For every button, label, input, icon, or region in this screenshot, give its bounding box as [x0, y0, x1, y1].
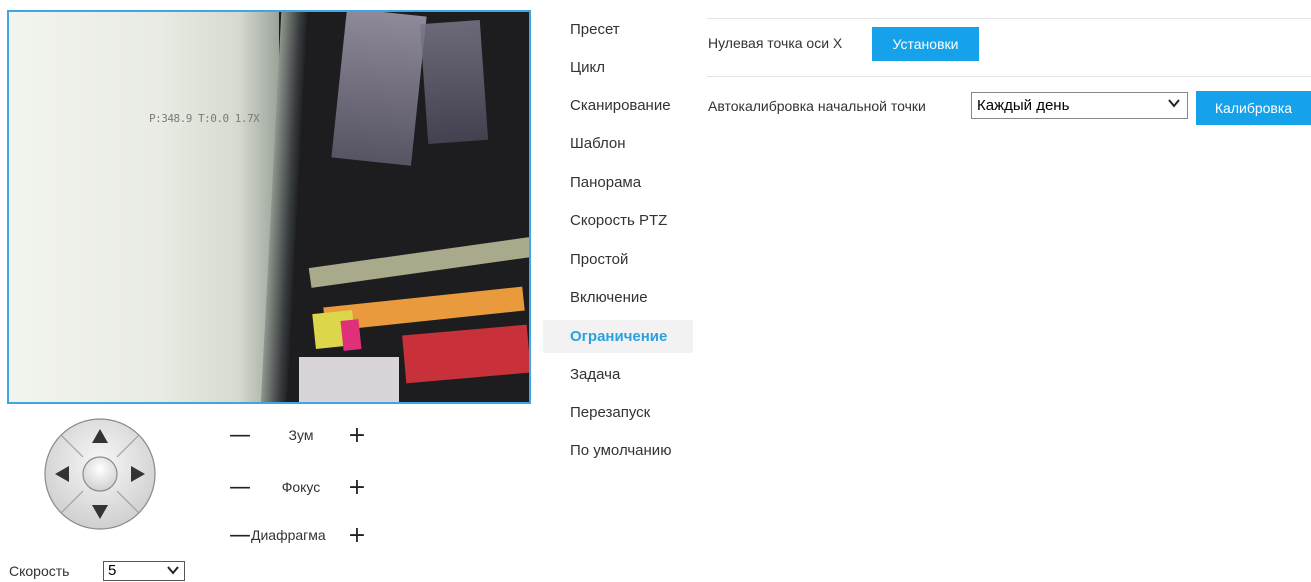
menu-item-limit[interactable]: Ограничение [543, 320, 693, 353]
zoom-plus-button[interactable]: + [345, 425, 369, 449]
focus-minus-button[interactable]: — [228, 477, 252, 501]
zoom-minus-button[interactable]: — [228, 425, 252, 449]
iris-plus-button[interactable]: + [345, 525, 369, 549]
focus-control: — Фокус + [228, 477, 373, 501]
iris-label: Диафрагма [251, 527, 326, 543]
video-scene-book [299, 357, 399, 402]
menu-item-ptz-speed[interactable]: Скорость PTZ [543, 204, 693, 237]
focus-label: Фокус [281, 479, 321, 495]
menu-item-task[interactable]: Задача [543, 358, 693, 391]
menu-item-panorama[interactable]: Панорама [543, 166, 693, 199]
zero-point-label: Нулевая точка оси X [708, 35, 843, 51]
speed-value: 5 [108, 562, 117, 579]
video-osd-text: P:348.9 T:0.0 1.7X [149, 112, 260, 125]
video-scene-book [402, 324, 529, 384]
chevron-down-icon [166, 563, 180, 582]
zoom-control: — Зум + [228, 425, 373, 449]
focus-plus-button[interactable]: + [345, 477, 369, 501]
video-scene-object [419, 20, 489, 144]
menu-item-cycle[interactable]: Цикл [543, 51, 693, 84]
divider [707, 76, 1311, 77]
auto-calibration-select[interactable]: Каждый день [971, 92, 1188, 119]
menu-item-scan[interactable]: Сканирование [543, 89, 693, 122]
speed-select[interactable]: 5 [103, 561, 185, 581]
speed-label: Скорость [9, 563, 70, 579]
ptz-joystick[interactable] [43, 417, 157, 531]
video-scene-wall [9, 12, 279, 402]
menu-item-power-on[interactable]: Включение [543, 281, 693, 314]
iris-control: — Диафрагма + [228, 525, 373, 549]
video-scene-object [331, 12, 427, 166]
auto-calibration-value: Каждый день [977, 97, 1070, 114]
menu-item-pattern[interactable]: Шаблон [543, 127, 693, 160]
auto-calibration-label: Автокалибровка начальной точки [708, 98, 926, 114]
chevron-down-icon [1167, 93, 1181, 118]
zoom-label: Зум [288, 427, 314, 443]
menu-item-idle[interactable]: Простой [543, 243, 693, 276]
set-button[interactable]: Установки [872, 27, 979, 61]
menu-item-default[interactable]: По умолчанию [543, 434, 693, 467]
divider [707, 18, 1311, 19]
video-scene-shelf [308, 236, 529, 288]
iris-minus-button[interactable]: — [228, 525, 252, 549]
video-preview[interactable]: P:348.9 T:0.0 1.7X [7, 10, 531, 404]
video-scene-book [340, 319, 362, 351]
ptz-center-button[interactable] [82, 456, 118, 492]
calibrate-button[interactable]: Калибровка [1196, 91, 1311, 125]
menu-item-restart[interactable]: Перезапуск [543, 396, 693, 429]
menu-item-preset[interactable]: Пресет [543, 13, 693, 46]
